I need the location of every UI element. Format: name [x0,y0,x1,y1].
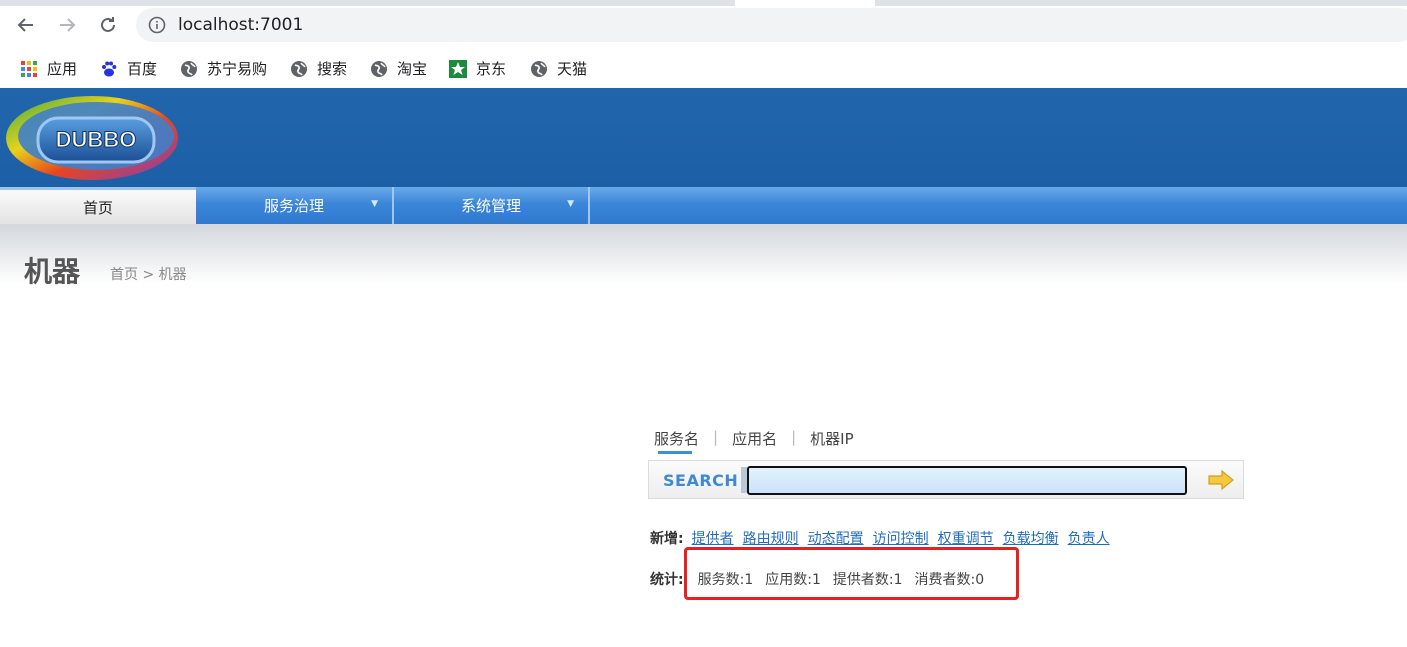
add-access-control-link[interactable]: 访问控制 [873,528,929,548]
address-bar[interactable]: localhost:7001 [136,8,1407,42]
add-provider-link[interactable]: 提供者 [692,528,734,548]
baidu-paw-icon [100,60,118,78]
search-tab-service[interactable]: 服务名 [654,428,699,454]
browser-toolbar: localhost:7001 [0,0,1407,48]
bookmark-jd[interactable]: 京东 [449,58,506,79]
forward-arrow-icon[interactable] [55,13,79,37]
apps-grid-icon [20,60,38,78]
dubbo-logo[interactable]: DUBBO [4,94,180,182]
bookmark-search[interactable]: 搜索 [290,58,347,79]
site-header: DUBBO [0,88,1407,187]
globe-icon [180,60,198,78]
search-label: SEARCH [663,471,739,490]
active-tab-indicator [658,451,692,454]
dropdown-arrow-icon: ▼ [567,199,574,209]
add-owner-link[interactable]: 负责人 [1068,528,1110,548]
bookmark-apps[interactable]: 应用 [20,58,77,79]
bookmark-taobao[interactable]: 淘宝 [370,58,427,79]
globe-icon [530,60,548,78]
bookmark-baidu[interactable]: 百度 [100,58,157,79]
add-links-row: 新增: 提供者 路由规则 动态配置 访问控制 权重调节 负载均衡 负责人 [650,528,1119,548]
nav-tab-service-governance[interactable]: 服务治理 ▼ [196,187,392,224]
logo-text: DUBBO [56,127,137,152]
globe-icon [290,60,308,78]
search-tab-application[interactable]: 应用名 [732,428,777,449]
bookmark-tmall[interactable]: 天猫 [530,58,587,79]
search-input[interactable] [747,466,1187,495]
reload-icon[interactable] [96,13,120,37]
dropdown-arrow-icon: ▼ [371,199,378,209]
bookmarks-bar: 应用 百度 苏宁易购 搜索 淘宝 京东 天猫 [0,48,1407,88]
search-box: SEARCH [648,460,1244,499]
add-route-link[interactable]: 路由规则 [743,528,799,548]
nav-shadow [0,224,1407,284]
page-title: 机器 [24,255,81,288]
search-type-tabs: 服务名 | 应用名 | 机器IP [654,428,854,454]
nav-tab-home[interactable]: 首页 [0,187,196,224]
info-icon[interactable] [148,16,166,38]
breadcrumb[interactable]: 首页 > 机器 [110,264,187,284]
search-go-arrow-icon[interactable] [1207,469,1235,491]
red-highlight-box [684,547,1019,600]
url-text: localhost:7001 [178,15,304,35]
globe-icon [370,60,388,78]
nav-tab-system-management[interactable]: 系统管理 ▼ [394,187,588,224]
bookmark-suning[interactable]: 苏宁易购 [180,58,267,79]
tab-strip [0,0,1407,6]
jd-icon [449,59,467,78]
add-weight-link[interactable]: 权重调节 [938,528,994,548]
add-load-balance-link[interactable]: 负载均衡 [1003,528,1059,548]
add-dynamic-config-link[interactable]: 动态配置 [808,528,864,548]
back-arrow-icon[interactable] [14,13,38,37]
search-tab-machine-ip[interactable]: 机器IP [810,428,853,449]
main-nav: 首页 服务治理 ▼ 系统管理 ▼ [0,187,1407,224]
nav-divider [588,187,590,224]
